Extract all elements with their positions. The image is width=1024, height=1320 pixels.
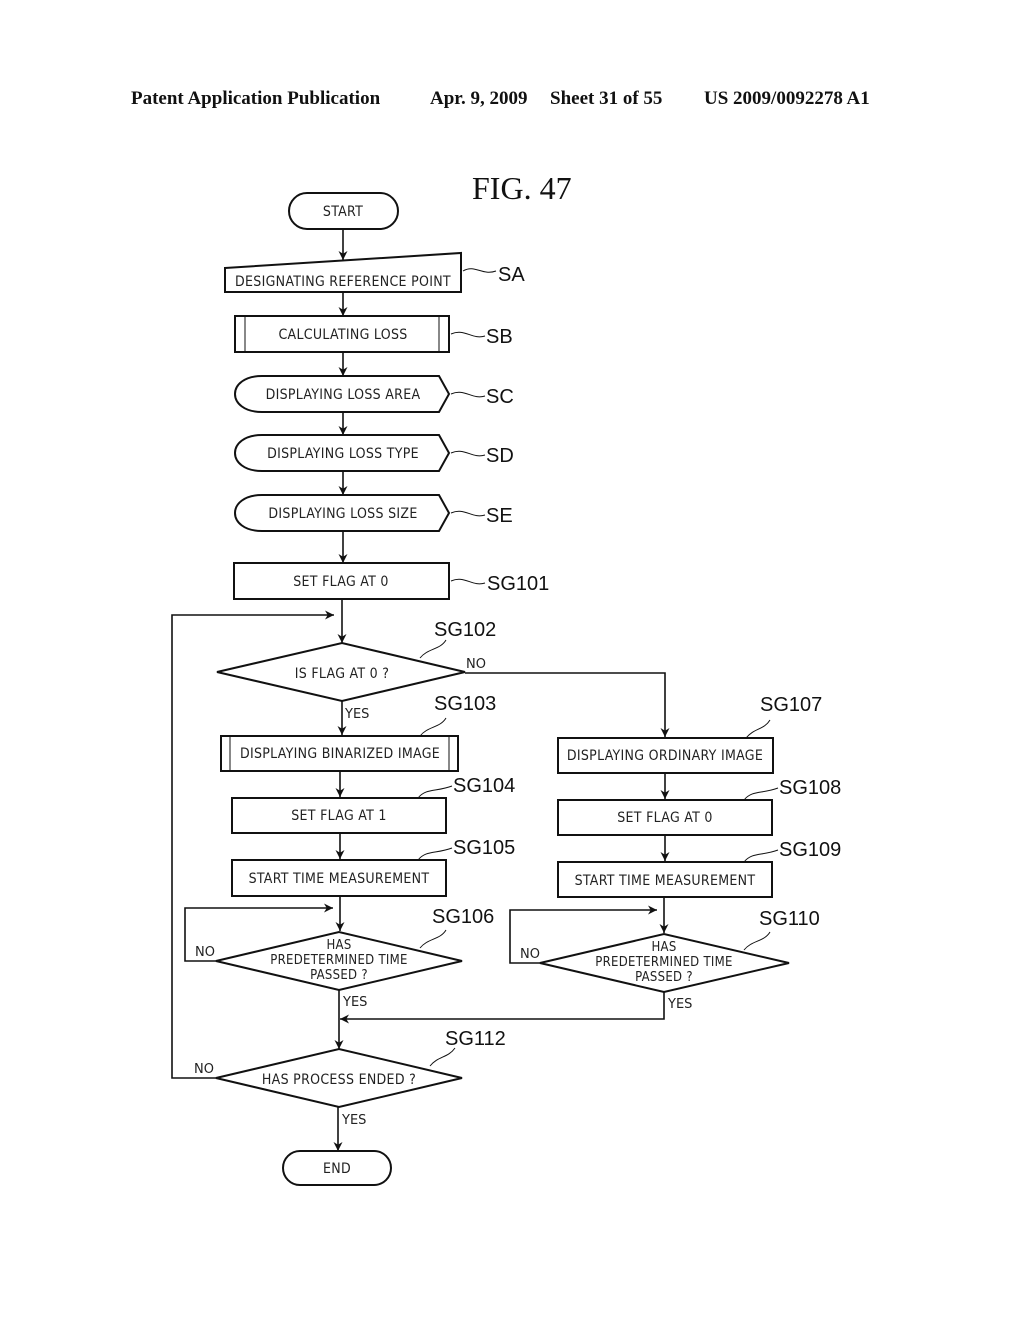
figure-title: FIG. 47 xyxy=(472,170,572,206)
decision-sg106-line2: PREDETERMINED TIME xyxy=(270,953,407,968)
ref-leader xyxy=(419,717,447,737)
ref-leader xyxy=(417,847,453,861)
ref-sb: SB xyxy=(486,326,513,348)
ref-leader xyxy=(417,785,453,799)
end-label: END xyxy=(323,1161,351,1177)
branch-yes-label: YES xyxy=(341,1113,366,1128)
decision-sg112: HAS PROCESS ENDED ? SG112 NO YES xyxy=(194,1028,506,1128)
step-sg104: SET FLAG AT 1 SG104 xyxy=(231,775,515,834)
start-terminal: START xyxy=(288,192,399,230)
decision-sg112-label: HAS PROCESS ENDED ? xyxy=(262,1072,416,1088)
ref-leader xyxy=(462,268,497,273)
step-sd: DISPLAYING LOSS TYPE SD xyxy=(234,434,514,472)
step-sa: DESIGNATING REFERENCE POINT SA xyxy=(224,251,525,293)
flowchart: FIG. 47 START DESIGNATING REFERENCE POIN… xyxy=(171,170,841,1186)
ref-leader xyxy=(450,391,486,398)
branch-yes-label: YES xyxy=(344,707,369,722)
ref-leader xyxy=(450,331,486,338)
step-sg107: DISPLAYING ORDINARY IMAGE SG107 xyxy=(557,694,822,774)
ref-sg110: SG110 xyxy=(759,908,820,930)
ref-leader xyxy=(450,510,486,517)
branch-no-label: NO xyxy=(466,657,486,672)
step-sb: CALCULATING LOSS SB xyxy=(234,315,513,353)
ref-leader xyxy=(743,787,779,801)
branch-no-label: NO xyxy=(195,945,215,960)
ref-leader xyxy=(450,578,486,585)
ref-se: SE xyxy=(486,505,513,527)
ref-sg106: SG106 xyxy=(432,906,494,928)
step-sg103-label: DISPLAYING BINARIZED IMAGE xyxy=(240,746,440,762)
decision-sg110: HAS PREDETERMINED TIME PASSED ? SG110 NO… xyxy=(520,908,820,1012)
ref-leader xyxy=(419,639,447,659)
step-sc-label: DISPLAYING LOSS AREA xyxy=(266,387,421,403)
ref-sg104: SG104 xyxy=(453,775,515,797)
ref-leader xyxy=(743,849,779,863)
ref-sg112: SG112 xyxy=(445,1028,506,1050)
step-sg104-label: SET FLAG AT 1 xyxy=(291,808,386,824)
decision-sg110-line2: PREDETERMINED TIME xyxy=(595,955,732,970)
branch-yes-label: YES xyxy=(667,997,692,1012)
branch-yes-label: YES xyxy=(342,995,367,1010)
decision-sg106: HAS PREDETERMINED TIME PASSED ? SG106 NO… xyxy=(195,906,494,1010)
branch-no-label: NO xyxy=(520,947,540,962)
step-sg107-label: DISPLAYING ORDINARY IMAGE xyxy=(567,748,763,764)
branch-no-label: NO xyxy=(194,1062,214,1077)
ref-sa: SA xyxy=(498,264,525,286)
step-sc: DISPLAYING LOSS AREA SC xyxy=(234,375,514,413)
ref-leader xyxy=(743,931,771,951)
ref-sg103: SG103 xyxy=(434,693,496,715)
decision-sg110-line3: PASSED ? xyxy=(635,970,693,985)
ref-sg108: SG108 xyxy=(779,777,841,799)
ref-sg101: SG101 xyxy=(487,573,549,595)
end-terminal: END xyxy=(282,1150,392,1186)
ref-sc: SC xyxy=(486,386,514,408)
decision-sg106-line3: PASSED ? xyxy=(310,968,368,983)
step-sg109: START TIME MEASUREMENT SG109 xyxy=(557,839,841,898)
connector-merge xyxy=(340,992,665,1024)
step-sg109-label: START TIME MEASUREMENT xyxy=(575,873,756,889)
step-sg105-label: START TIME MEASUREMENT xyxy=(249,871,430,887)
ref-sg105: SG105 xyxy=(453,837,515,859)
decision-sg106-line1: HAS xyxy=(326,938,351,953)
ref-leader xyxy=(419,929,447,949)
ref-sg102: SG102 xyxy=(434,619,496,641)
ref-leader xyxy=(429,1047,456,1067)
ref-sg107: SG107 xyxy=(760,694,822,716)
step-se-label: DISPLAYING LOSS SIZE xyxy=(268,506,417,522)
decision-sg110-line1: HAS xyxy=(651,940,676,955)
step-sg103: DISPLAYING BINARIZED IMAGE SG103 xyxy=(220,693,496,772)
step-sg105: START TIME MEASUREMENT SG105 xyxy=(231,837,515,897)
step-se: DISPLAYING LOSS SIZE SE xyxy=(234,494,513,532)
step-sg108: SET FLAG AT 0 SG108 xyxy=(557,777,841,836)
step-sg101: SET FLAG AT 0 SG101 xyxy=(233,562,549,600)
ref-leader xyxy=(450,450,486,457)
ref-sg109: SG109 xyxy=(779,839,841,861)
ref-sd: SD xyxy=(486,445,514,467)
step-sb-label: CALCULATING LOSS xyxy=(278,327,407,343)
step-sg101-label: SET FLAG AT 0 xyxy=(293,574,388,590)
step-sd-label: DISPLAYING LOSS TYPE xyxy=(267,446,419,462)
step-sg108-label: SET FLAG AT 0 xyxy=(617,810,712,826)
ref-leader xyxy=(745,719,771,739)
decision-sg102-label: IS FLAG AT 0 ? xyxy=(295,666,390,682)
step-sa-label: DESIGNATING REFERENCE POINT xyxy=(235,274,451,290)
start-label: START xyxy=(323,204,363,220)
